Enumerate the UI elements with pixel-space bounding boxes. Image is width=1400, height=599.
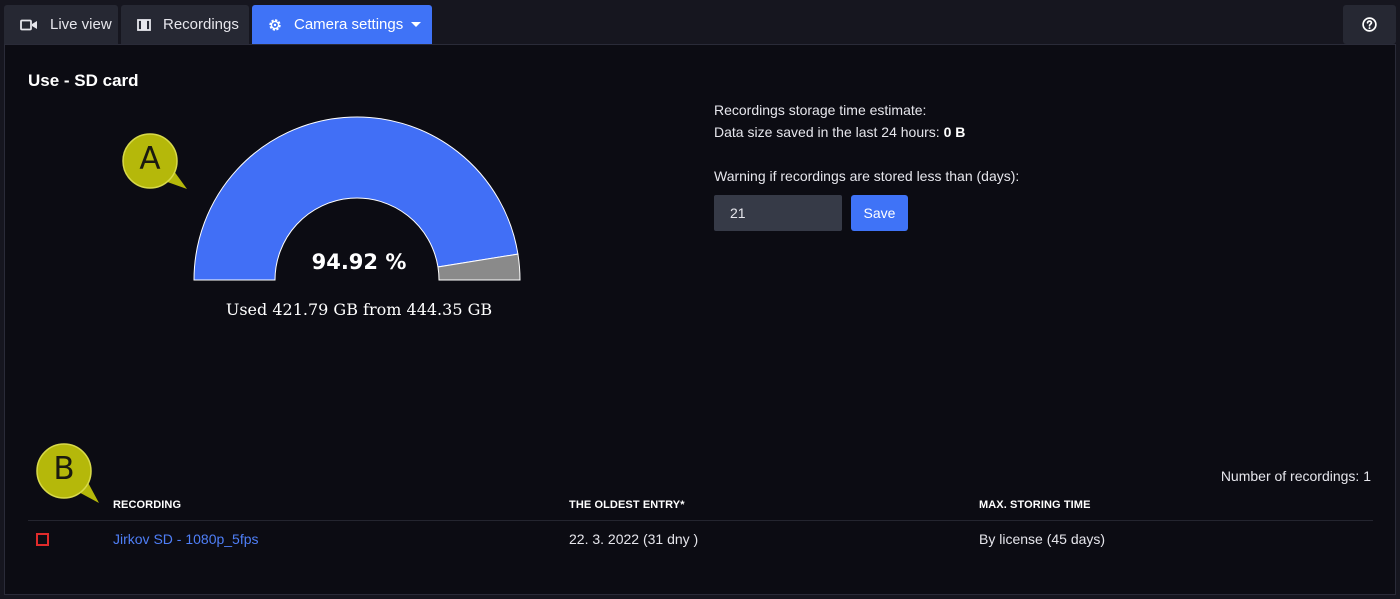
data-size-value: 0 B — [943, 124, 966, 140]
warning-days-input[interactable] — [714, 195, 842, 231]
gauge-percent: 94.92 % — [311, 250, 407, 274]
column-header-recording: RECORDING — [113, 499, 182, 511]
chevron-down-icon — [411, 22, 422, 27]
recording-name-link[interactable]: Jirkov SD - 1080p_5fps — [113, 531, 259, 547]
sd-card-panel: Use - SD card A 94.92 % Used 421.79 GB f… — [4, 44, 1396, 595]
recordings-count: Number of recordings: 1 — [1220, 468, 1371, 484]
film-icon — [137, 18, 151, 31]
tab-label: Live view — [50, 16, 112, 33]
video-camera-icon — [20, 19, 37, 30]
gauge-used-text: Used 421.79 GB from 444.35 GB — [225, 300, 493, 319]
callout-b-label: B — [53, 451, 75, 487]
column-header-oldest-entry: THE OLDEST ENTRY* — [569, 499, 685, 511]
gear-icon — [269, 18, 281, 31]
recording-status-icon — [36, 533, 49, 546]
table-divider — [28, 520, 1373, 521]
column-header-max-storing-time: MAX. STORING TIME — [979, 499, 1091, 511]
tab-camera-settings[interactable]: Camera settings — [252, 5, 432, 44]
save-button[interactable]: Save — [851, 195, 908, 231]
tab-label: Camera settings — [294, 16, 404, 33]
tab-live-view[interactable]: Live view — [4, 5, 118, 44]
tab-recordings[interactable]: Recordings — [121, 5, 249, 44]
help-button[interactable] — [1343, 5, 1396, 44]
recording-max-storing-time: By license (45 days) — [979, 531, 1106, 547]
warning-label: Warning if recordings are stored less th… — [714, 168, 1020, 184]
storage-estimate-label: Recordings storage time estimate: — [714, 102, 927, 118]
tab-bar: Live view Recordings Camera settings — [0, 0, 1400, 46]
tab-label: Recordings — [163, 16, 239, 33]
recording-oldest-entry: 22. 3. 2022 (31 dny ) — [569, 531, 699, 547]
data-size-label: Data size saved in the last 24 hours: — [714, 124, 940, 140]
data-size-line: Data size saved in the last 24 hours: 0 … — [714, 124, 965, 140]
question-circle-icon — [1362, 17, 1377, 32]
